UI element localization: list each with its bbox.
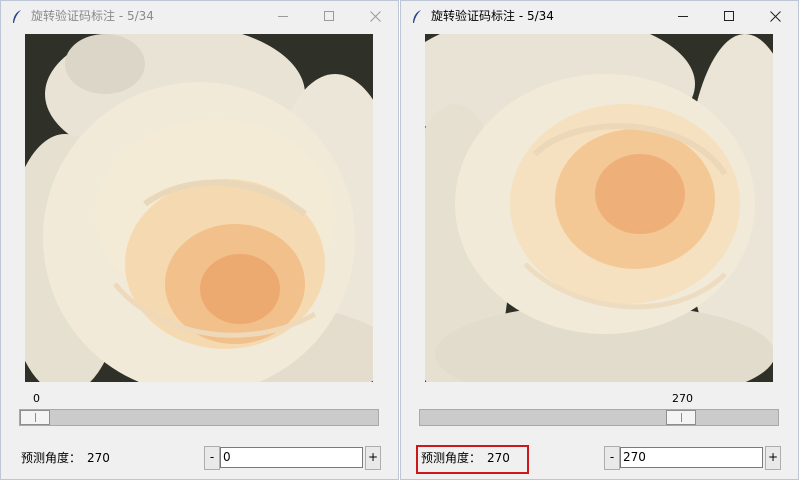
captcha-image xyxy=(25,34,373,382)
predicted-angle-label: 预测角度： xyxy=(21,451,82,465)
increment-button[interactable]: + xyxy=(765,446,781,470)
maximize-button[interactable] xyxy=(306,1,352,32)
close-icon xyxy=(369,11,381,22)
title-bar[interactable]: 旋转验证码标注 - 5/34 xyxy=(1,1,398,32)
feather-icon xyxy=(413,10,421,23)
title-bar[interactable]: 旋转验证码标注 - 5/34 xyxy=(401,1,798,32)
window-title: 旋转验证码标注 - 5/34 xyxy=(31,9,154,23)
decrement-button[interactable]: - xyxy=(204,446,220,470)
minimize-icon xyxy=(277,16,288,17)
decrement-button[interactable]: - xyxy=(604,446,620,470)
predicted-angle-value: 270 xyxy=(487,451,510,465)
angle-input[interactable]: 270 xyxy=(620,447,763,468)
slider-thumb[interactable] xyxy=(20,410,50,425)
slider-angle-value: 270 xyxy=(672,392,693,405)
angle-slider[interactable] xyxy=(419,409,779,426)
captcha-image xyxy=(425,34,773,382)
minimize-button[interactable] xyxy=(260,1,306,32)
minimize-icon xyxy=(677,16,688,17)
feather-icon xyxy=(13,10,21,23)
close-icon xyxy=(769,11,781,22)
maximize-button[interactable] xyxy=(706,1,752,32)
annotation-window-left: 旋转验证码标注 - 5/34 0 预测角度： 270 - 0 + xyxy=(0,0,399,480)
minimize-button[interactable] xyxy=(660,1,706,32)
slider-thumb[interactable] xyxy=(666,410,696,425)
close-button[interactable] xyxy=(352,1,398,32)
increment-button[interactable]: + xyxy=(365,446,381,470)
predicted-angle-label: 预测角度： xyxy=(421,451,482,465)
annotation-window-right: 旋转验证码标注 - 5/34 270 预测角度： 270 - 270 + xyxy=(400,0,799,480)
maximize-icon xyxy=(723,11,734,21)
close-button[interactable] xyxy=(752,1,798,32)
predicted-angle-value: 270 xyxy=(87,451,110,465)
window-title: 旋转验证码标注 - 5/34 xyxy=(431,9,554,23)
slider-angle-value: 0 xyxy=(33,392,40,405)
angle-input[interactable]: 0 xyxy=(220,447,363,468)
maximize-icon xyxy=(323,11,334,21)
angle-slider[interactable] xyxy=(19,409,379,426)
